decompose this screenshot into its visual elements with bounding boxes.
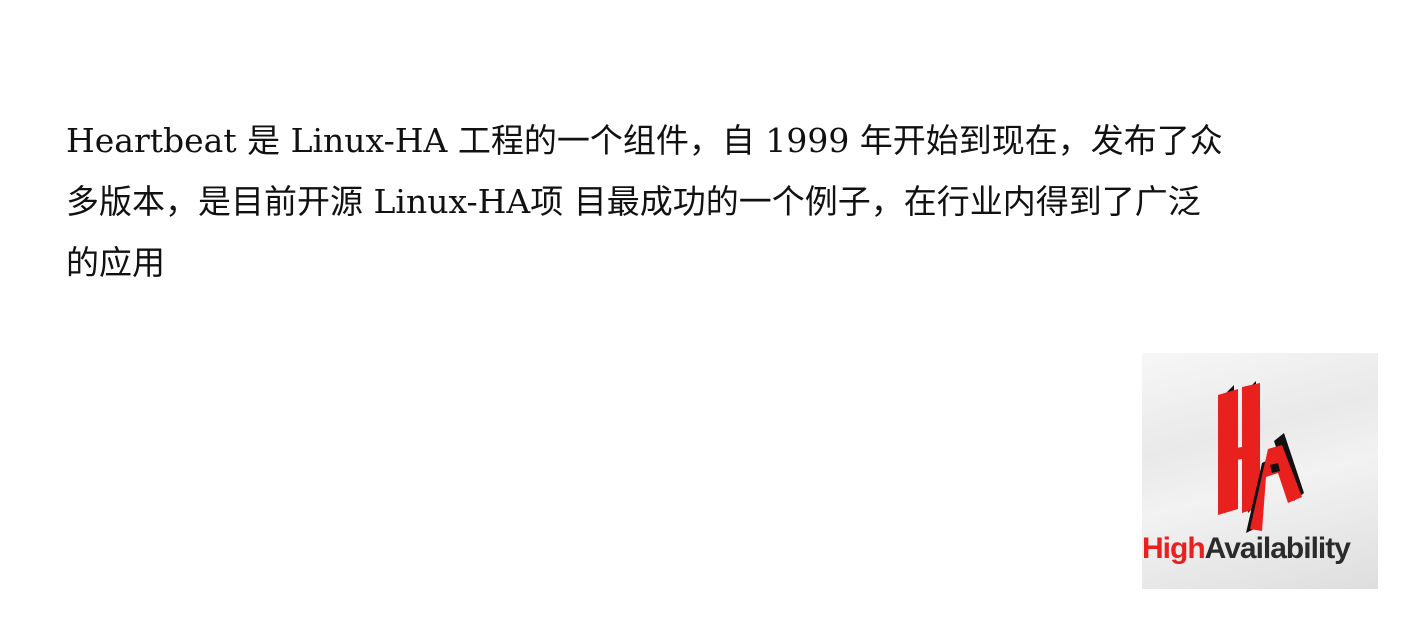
- paragraph-line-2: 多版本，是目前开源 Linux-HA项 目最成功的一个例子，在行业内得到了广泛: [66, 182, 1201, 221]
- paragraph-line-1: Heartbeat 是 Linux-HA 工程的一个组件，自 1999 年开始到…: [66, 121, 1223, 160]
- logo-word-high: High: [1142, 532, 1206, 565]
- paragraph-line-3: 的应用: [66, 243, 165, 282]
- logo-word-availability: Availability: [1204, 532, 1351, 565]
- high-availability-logo: HighAvailability: [1142, 353, 1378, 589]
- logo-wordmark: HighAvailability: [1142, 529, 1378, 569]
- body-paragraph: Heartbeat 是 Linux-HA 工程的一个组件，自 1999 年开始到…: [66, 110, 1366, 293]
